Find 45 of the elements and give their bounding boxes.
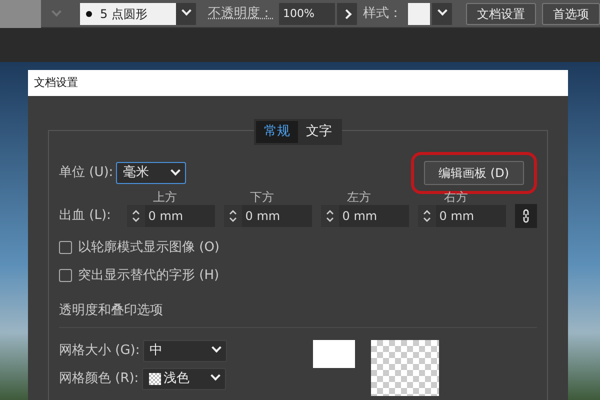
edit-artboard-button[interactable]: 编辑画板 (D) bbox=[424, 161, 524, 185]
field-label: 右方 bbox=[443, 190, 469, 204]
stepper-icon[interactable] bbox=[418, 205, 436, 227]
field-label: 上方 bbox=[152, 190, 178, 204]
section-title: 透明度和叠印选项 bbox=[59, 301, 537, 328]
brush-dropdown[interactable]: 5 点圆形 bbox=[80, 2, 176, 24]
tab[interactable]: 常规 bbox=[256, 121, 298, 142]
link-icon[interactable] bbox=[515, 204, 537, 228]
window-title: 文档设置 bbox=[34, 74, 78, 91]
field-label: 下方 bbox=[249, 190, 275, 204]
transparency-preview bbox=[370, 340, 439, 396]
toolbar-button[interactable]: 文档设置 bbox=[466, 2, 536, 24]
bleed-field[interactable]: 0 mm bbox=[145, 205, 216, 227]
dropdown[interactable]: 浅色 bbox=[142, 368, 226, 390]
dropdown-button[interactable] bbox=[432, 2, 452, 24]
expand-button[interactable] bbox=[337, 2, 357, 24]
bleed-label: 出血 (L): bbox=[59, 207, 112, 226]
opacity-label[interactable]: 不透明度： bbox=[208, 4, 273, 24]
unit-label: 单位 (U): bbox=[59, 164, 114, 182]
opacity-field[interactable]: 100% bbox=[279, 2, 335, 24]
toolbar-button[interactable]: 首选项 bbox=[542, 2, 600, 24]
color-swatch[interactable] bbox=[0, 0, 41, 28]
bleed-field[interactable]: 0 mm bbox=[339, 205, 410, 227]
field-label: 左方 bbox=[346, 190, 372, 204]
dropdown[interactable]: 中 bbox=[142, 340, 227, 362]
dropdown-button[interactable] bbox=[176, 2, 196, 24]
style-label: 样式： bbox=[363, 4, 402, 23]
stepper-icon[interactable] bbox=[321, 205, 340, 227]
dropdown-value: 浅色 bbox=[164, 370, 190, 388]
stepper-icon[interactable] bbox=[224, 205, 242, 227]
checkbox[interactable] bbox=[59, 241, 72, 254]
checkbox-label: 以轮廓模式显示图像 (O) bbox=[78, 239, 220, 257]
grid-color-label: 网格颜色 (R): bbox=[59, 370, 139, 388]
swatch bbox=[312, 340, 355, 368]
tab[interactable]: 文字 bbox=[298, 121, 340, 142]
dot-icon bbox=[86, 10, 92, 16]
checker-swatch-icon bbox=[148, 372, 161, 384]
bleed-field[interactable]: 0 mm bbox=[242, 205, 312, 227]
checkbox-label: 突出显示替代的字形 (H) bbox=[78, 266, 220, 284]
grid-size-label: 网格大小 (G): bbox=[59, 342, 140, 360]
style-swatch[interactable] bbox=[408, 2, 430, 24]
unit-dropdown[interactable]: 毫米 bbox=[116, 162, 186, 184]
bleed-field[interactable]: 0 mm bbox=[436, 205, 506, 227]
checkbox[interactable] bbox=[59, 268, 72, 282]
stepper-icon[interactable] bbox=[127, 205, 146, 227]
